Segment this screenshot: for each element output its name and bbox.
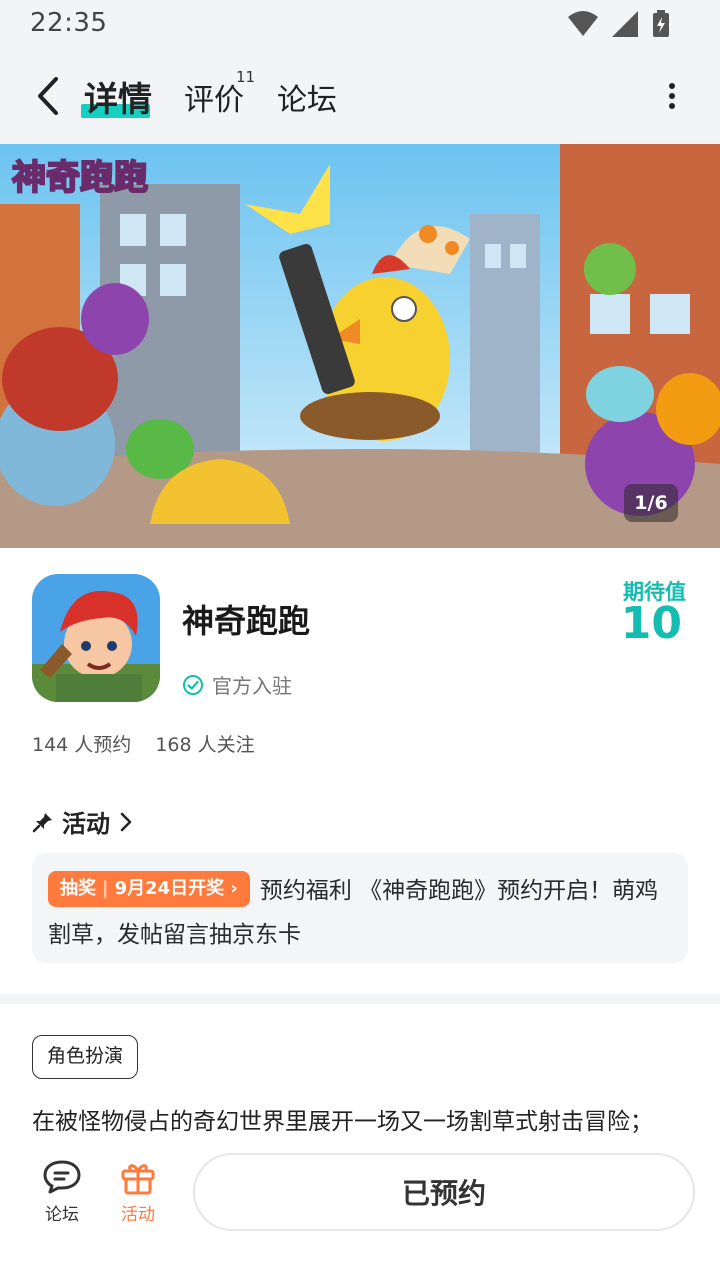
activity-section-header[interactable]: 活动 bbox=[32, 804, 134, 839]
bottom-action-bar: 论坛 活动 已预约 bbox=[0, 1142, 720, 1280]
chevron-right-icon bbox=[120, 812, 132, 831]
game-description: 在被怪物侵占的奇幻世界里展开一场又一场割草式射击冒险； bbox=[32, 1109, 653, 1135]
game-info: 神奇跑跑 官方入驻 期待值 10 144 人预约 168 人关注 bbox=[0, 548, 720, 778]
activity-label: 活动 bbox=[121, 1205, 155, 1225]
signal-icon bbox=[612, 11, 638, 37]
expectation-value: 10 bbox=[620, 598, 682, 649]
lottery-badge: 抽奖 | 9月24日开奖 › bbox=[48, 870, 250, 907]
gift-icon bbox=[121, 1164, 155, 1195]
screenshot-carousel[interactable]: 神奇跑跑 1/6 bbox=[0, 144, 720, 548]
carousel-counter: 1/6 bbox=[624, 484, 678, 522]
forum-chat-icon bbox=[43, 1160, 81, 1194]
tab-review[interactable]: 评价 bbox=[184, 75, 244, 119]
official-badge: 官方入驻 bbox=[182, 670, 292, 699]
activity-title: 活动 bbox=[62, 810, 110, 838]
status-icons bbox=[568, 10, 670, 38]
game-name: 神奇跑跑 bbox=[182, 602, 311, 640]
pin-icon bbox=[32, 812, 52, 832]
game-stats: 144 人预约 168 人关注 bbox=[32, 730, 255, 757]
reservation-count: 144 人预约 bbox=[32, 734, 132, 756]
tab-forum[interactable]: 论坛 bbox=[277, 75, 337, 119]
game-logo: 神奇跑跑 bbox=[12, 158, 148, 198]
genre-tag[interactable]: 角色扮演 bbox=[32, 1035, 139, 1079]
battery-icon bbox=[653, 10, 669, 37]
review-count-badge: 11 bbox=[236, 68, 256, 86]
back-arrow-icon bbox=[38, 77, 58, 115]
game-icon bbox=[32, 574, 160, 702]
official-label: 官方入驻 bbox=[212, 674, 292, 698]
status-time: 22:35 bbox=[30, 8, 108, 38]
banner-artwork: 神奇跑跑 bbox=[0, 144, 720, 548]
lottery-date: 9月24日开奖 bbox=[114, 877, 225, 899]
back-button[interactable] bbox=[26, 72, 70, 120]
wifi-icon bbox=[568, 11, 598, 36]
activity-button[interactable]: 活动 bbox=[106, 1158, 170, 1225]
lottery-type: 抽奖 bbox=[60, 877, 96, 899]
activity-card[interactable]: 抽奖 | 9月24日开奖 › 预约福利 《神奇跑跑》预约开启！萌鸡割草，发帖留言抽京东… bbox=[32, 853, 688, 963]
status-bar: 22:35 bbox=[0, 0, 720, 48]
section-divider bbox=[0, 994, 720, 1004]
forum-button[interactable]: 论坛 bbox=[30, 1158, 94, 1225]
reserved-button[interactable]: 已预约 bbox=[193, 1153, 695, 1231]
follower-count: 168 人关注 bbox=[155, 734, 255, 756]
top-nav: 详情 评价 11 论坛 bbox=[0, 48, 720, 144]
tab-detail[interactable]: 详情 bbox=[84, 72, 152, 121]
forum-label: 论坛 bbox=[45, 1205, 79, 1225]
verified-check-icon bbox=[183, 674, 203, 695]
more-options-button[interactable] bbox=[660, 76, 684, 116]
